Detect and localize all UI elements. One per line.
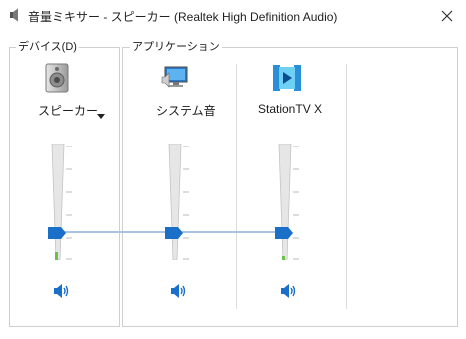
slider-track [51,144,65,260]
system-sounds-slider-thumb[interactable] [165,226,183,239]
stationtv-volume-slider[interactable] [278,144,292,260]
speaker-slider-thumb[interactable] [48,226,66,239]
volume-icon [171,284,186,298]
speaker-level-meter [55,252,58,260]
close-icon [441,10,453,22]
speaker-volume-slider[interactable] [51,144,65,260]
system-sounds-icon [161,65,191,96]
slider-ticks [66,145,74,265]
slider-ticks [293,145,301,265]
stationtv-slider-thumb[interactable] [275,226,293,239]
system-sounds-mute-button[interactable] [170,283,188,299]
system-sounds-volume-slider[interactable] [168,144,182,260]
volume-icon [281,284,296,298]
speaker-mute-button[interactable] [53,283,71,299]
column-divider [236,64,237,309]
slider-ticks [183,145,191,265]
title-bar: 音量ミキサー - スピーカー (Realtek High Definition … [0,0,466,32]
column-divider [346,64,347,309]
chevron-down-icon[interactable] [97,106,105,124]
volume-icon [54,284,69,298]
speaker-channel-label[interactable]: スピーカー [38,102,98,119]
stationtv-level-meter [282,256,285,260]
applications-group-label: アプリケーション [130,41,222,54]
close-button[interactable] [436,6,458,26]
slider-track [168,144,182,260]
stationtv-label: StationTV X [258,102,323,116]
window-title: 音量ミキサー - スピーカー (Realtek High Definition … [28,10,338,24]
speaker-device-icon [44,63,70,98]
slider-track [278,144,292,260]
stationtv-icon [272,63,302,98]
system-sounds-label: システム音 [156,104,216,118]
stationtv-mute-button[interactable] [280,283,298,299]
speaker-icon [9,8,21,27]
device-group-label: デバイス(D) [16,41,79,54]
